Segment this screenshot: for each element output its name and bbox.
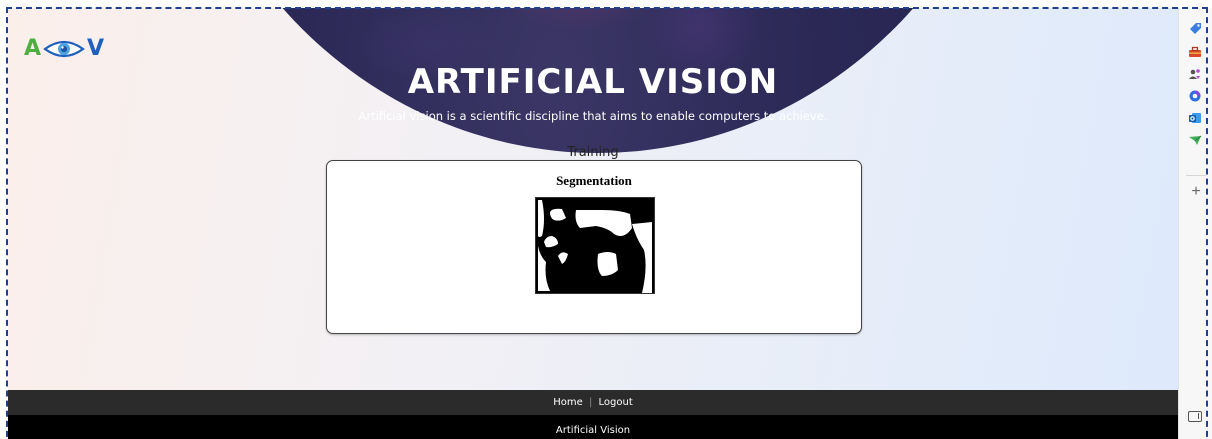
page-subtitle: Artificial vision is a scientific discip… [358, 109, 828, 123]
section-title-training: Training [567, 145, 619, 160]
web-page: ARTIFICIAL VISION Artificial vision is a… [8, 8, 1178, 439]
logo-letter-a: A [24, 36, 42, 61]
screenshot-frame: ARTIFICIAL VISION Artificial vision is a… [0, 0, 1212, 439]
send-icon[interactable] [1187, 132, 1203, 148]
sidebar-panel-icon[interactable] [1188, 411, 1202, 422]
logo-letter-v: V [87, 36, 105, 61]
eye-icon [43, 40, 85, 58]
footer-link-logout[interactable]: Logout [599, 397, 633, 408]
tag-icon[interactable] [1187, 20, 1203, 36]
copilot-icon[interactable] [1187, 88, 1203, 104]
page-title: ARTIFICIAL VISION [407, 62, 779, 102]
toolbox-icon[interactable] [1187, 44, 1203, 60]
result-card: Segmentation [326, 160, 862, 334]
sidebar-divider [1186, 175, 1206, 176]
footer-link-home[interactable]: Home [553, 397, 583, 408]
add-icon[interactable]: + [1188, 184, 1204, 200]
footer-link-separator: | [588, 397, 593, 408]
people-icon[interactable] [1187, 66, 1203, 82]
footer-brand: Artificial Vision [8, 415, 1178, 439]
footer-navigation: Home | Logout [8, 390, 1178, 415]
outlook-icon[interactable] [1187, 110, 1203, 126]
segmentation-mask-image [535, 197, 655, 294]
card-title-segmentation: Segmentation [556, 173, 632, 188]
site-logo[interactable]: A V [24, 38, 104, 60]
browser-sidebar: + [1178, 8, 1212, 439]
